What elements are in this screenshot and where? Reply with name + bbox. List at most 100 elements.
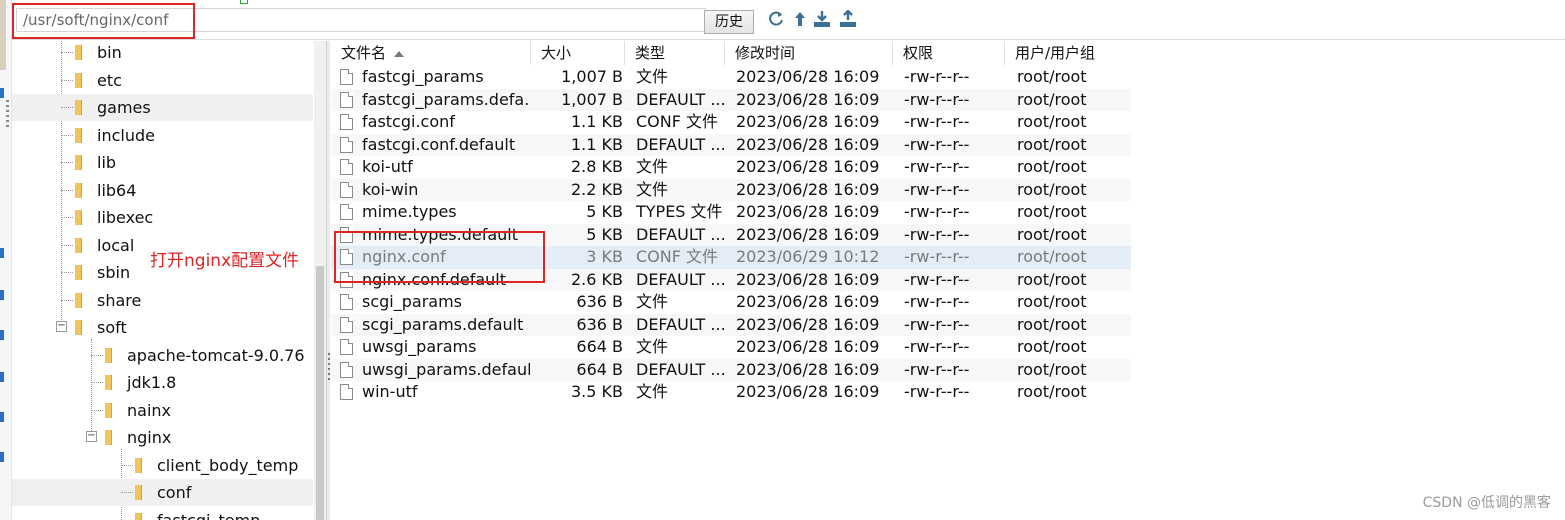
column-header-size[interactable]: 大小 bbox=[531, 41, 625, 65]
file-icon bbox=[340, 136, 353, 153]
refresh-icon[interactable] bbox=[766, 10, 786, 32]
gutter-marker bbox=[0, 248, 4, 258]
file-icon bbox=[340, 384, 353, 400]
tree-item[interactable]: − nginx bbox=[12, 424, 313, 451]
file-mtime-cell: 2023/06/28 16:09 bbox=[736, 337, 880, 356]
file-row[interactable]: fastcgi_params.defa... 1,007 B DEFAULT ...… bbox=[331, 88, 1131, 111]
file-owner-cell: root/root bbox=[1017, 382, 1087, 401]
download-icon[interactable] bbox=[812, 10, 832, 32]
folder-icon bbox=[75, 72, 82, 88]
file-owner-cell: root/root bbox=[1017, 67, 1087, 86]
tree-branch-line bbox=[91, 382, 103, 383]
column-header-name[interactable]: 文件名 bbox=[331, 41, 531, 65]
file-row[interactable]: koi-win 2.2 KB 文件 2023/06/28 16:09 -rw-r--r-… bbox=[331, 178, 1131, 201]
tree-item-label: conf bbox=[157, 483, 192, 502]
folder-icon bbox=[75, 292, 82, 308]
file-mtime-cell: 2023/06/28 16:09 bbox=[736, 224, 880, 244]
file-mtime-cell: 2023/06/28 16:09 bbox=[736, 382, 880, 401]
file-row[interactable]: fastcgi_params 1,007 B 文件 2023/06/28 16:09 -… bbox=[331, 66, 1131, 89]
folder-icon bbox=[75, 155, 82, 170]
column-header-owner[interactable]: 用户/用户组 bbox=[1005, 41, 1145, 65]
file-row[interactable]: scgi_params.default 636 B DEFAULT ... 2023/… bbox=[331, 313, 1131, 336]
gutter-thumbnail bbox=[0, 0, 6, 70]
tree-scrollbar[interactable] bbox=[314, 41, 326, 520]
file-name-cell: fastcgi_params bbox=[362, 67, 484, 86]
tree-item-label: etc bbox=[97, 70, 122, 90]
file-owner-cell: root/root bbox=[1017, 89, 1087, 109]
gutter-marker bbox=[0, 88, 4, 98]
tree-item[interactable]: jdk1.8 bbox=[12, 369, 313, 396]
tree-item[interactable]: games bbox=[12, 94, 313, 121]
tree-item[interactable]: libexec bbox=[12, 204, 313, 231]
file-row[interactable]: fastcgi.conf.default 1.1 KB DEFAULT ... 202… bbox=[331, 133, 1131, 156]
file-row[interactable]: fastcgi.conf 1.1 KB CONF 文件 2023/06/28 16:0… bbox=[331, 111, 1131, 134]
collapse-toggle-icon[interactable]: − bbox=[86, 431, 97, 442]
tree-item[interactable]: conf bbox=[12, 479, 313, 506]
tree-item[interactable]: share bbox=[12, 287, 313, 314]
tree-item[interactable]: etc bbox=[12, 67, 313, 94]
history-button[interactable]: 历史 bbox=[704, 10, 754, 34]
tree-item[interactable]: lib bbox=[12, 149, 313, 176]
tree-item[interactable]: lib64 bbox=[12, 177, 313, 204]
upload-icon[interactable] bbox=[838, 9, 858, 32]
tree-item[interactable]: include bbox=[12, 122, 313, 149]
file-row[interactable]: mime.types 5 KB TYPES 文件 2023/06/28 16:09 -r… bbox=[331, 201, 1131, 224]
tree-item[interactable]: fastcgi_temp bbox=[12, 507, 313, 520]
gutter-grip[interactable] bbox=[6, 100, 9, 130]
folder-icon bbox=[135, 485, 142, 500]
tree-item-label: lib bbox=[97, 153, 117, 172]
tree-item[interactable]: nainx bbox=[12, 397, 313, 424]
splitter-grip[interactable] bbox=[328, 353, 330, 383]
tree-scrollbar-thumb[interactable] bbox=[316, 266, 324, 520]
file-row[interactable]: win-utf 3.5 KB 文件 2023/06/28 16:09 -rw-r--r-… bbox=[331, 381, 1131, 404]
tree-branch-line bbox=[61, 189, 73, 191]
file-icon bbox=[340, 361, 353, 378]
file-mtime-cell: 2023/06/28 16:09 bbox=[736, 269, 880, 289]
column-header-permission[interactable]: 权限 bbox=[893, 41, 1005, 65]
up-icon[interactable] bbox=[790, 10, 810, 32]
tree-item-label: nainx bbox=[127, 400, 171, 420]
file-perm-cell: -rw-r--r-- bbox=[904, 112, 970, 131]
file-row[interactable]: koi-utf 2.8 KB 文件 2023/06/28 16:09 -rw-r--r-… bbox=[331, 156, 1131, 179]
file-row[interactable]: scgi_params 636 B 文件 2023/06/28 16:09 -rw-r-… bbox=[331, 291, 1131, 314]
tree-item[interactable]: client_body_temp bbox=[12, 452, 313, 479]
directory-tree[interactable]: bin etc games include lib lib64 libexec local sb… bbox=[12, 41, 326, 520]
file-name-cell: fastcgi_params.defa... bbox=[362, 89, 530, 109]
tree-branch-line bbox=[61, 79, 73, 81]
tree-branch-line bbox=[61, 272, 73, 273]
tree-item-label: sbin bbox=[97, 263, 131, 282]
tree-branch-line bbox=[121, 464, 133, 466]
file-mtime-cell: 2023/06/28 16:09 bbox=[736, 157, 880, 176]
file-icon bbox=[340, 316, 353, 333]
file-icon bbox=[340, 159, 353, 175]
file-mtime-cell: 2023/06/28 16:09 bbox=[736, 202, 880, 221]
file-row[interactable]: uwsgi_params 664 B 文件 2023/06/28 16:09 -rw-r… bbox=[331, 336, 1131, 359]
tree-item[interactable]: − soft bbox=[12, 314, 313, 341]
file-owner-cell: root/root bbox=[1017, 134, 1087, 154]
file-icon bbox=[340, 339, 353, 355]
file-perm-cell: -rw-r--r-- bbox=[904, 224, 970, 244]
file-size-cell: 5 KB bbox=[586, 202, 623, 221]
file-type-cell: DEFAULT ... bbox=[636, 224, 726, 244]
tree-item-label: share bbox=[97, 290, 142, 310]
tree-item-label: fastcgi_temp bbox=[157, 510, 261, 520]
file-type-cell: 文件 bbox=[636, 292, 669, 311]
file-perm-cell: -rw-r--r-- bbox=[904, 67, 970, 86]
file-type-cell: DEFAULT ... bbox=[636, 359, 726, 379]
file-size-cell: 1.1 KB bbox=[571, 134, 623, 154]
column-header-mtime[interactable]: 修改时间 bbox=[725, 41, 893, 65]
tree-item[interactable]: apache-tomcat-9.0.76 bbox=[12, 342, 313, 369]
file-row[interactable]: uwsgi_params.default 664 B DEFAULT ... 2023… bbox=[331, 358, 1131, 381]
column-header-type[interactable]: 类型 bbox=[625, 41, 725, 65]
panel-splitter[interactable] bbox=[326, 41, 330, 520]
collapse-toggle-icon[interactable]: − bbox=[56, 321, 67, 332]
folder-icon bbox=[75, 237, 82, 253]
file-owner-cell: root/root bbox=[1017, 179, 1087, 199]
file-type-cell: 文件 bbox=[636, 382, 669, 401]
gutter-marker bbox=[0, 412, 4, 422]
file-name-cell: uwsgi_params.default bbox=[362, 359, 530, 379]
file-size-cell: 2.8 KB bbox=[571, 157, 623, 176]
tree-item[interactable]: bin bbox=[12, 41, 313, 66]
file-size-cell: 2.2 KB bbox=[571, 179, 623, 199]
tree-item-label: nginx bbox=[127, 428, 172, 447]
